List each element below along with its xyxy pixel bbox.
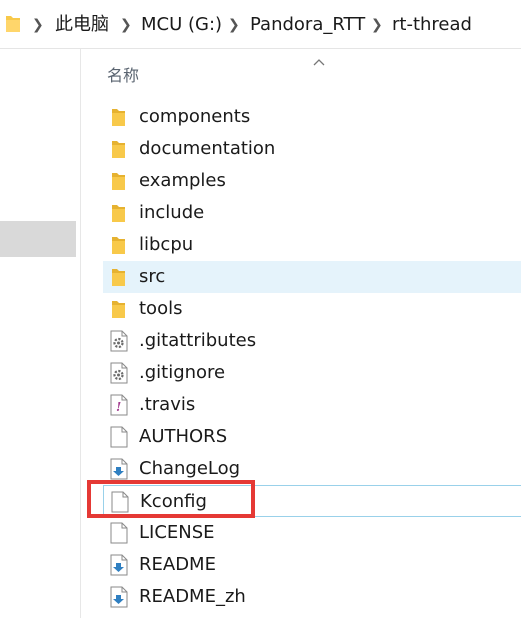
- file-name: ChangeLog: [139, 458, 241, 479]
- file-name: examples: [139, 170, 226, 191]
- file-name: README: [139, 554, 216, 575]
- file-name: src: [139, 266, 166, 287]
- file-name: components: [139, 106, 251, 127]
- file-name: AUTHORS: [139, 426, 228, 447]
- file-name: documentation: [139, 138, 276, 159]
- yml-file-icon: !: [109, 394, 129, 416]
- file-name: .gitattributes: [139, 330, 257, 351]
- download-file-icon: [109, 458, 129, 480]
- folder-icon: [109, 202, 129, 224]
- list-item[interactable]: README_zh: [103, 581, 521, 613]
- list-item[interactable]: AUTHORS: [103, 421, 521, 453]
- file-name: include: [139, 202, 205, 223]
- list-item[interactable]: documentation: [103, 133, 521, 165]
- chevron-right-icon[interactable]: ❯: [371, 15, 383, 35]
- sort-ascending-icon[interactable]: [313, 51, 325, 70]
- file-name: LICENSE: [139, 522, 215, 543]
- chevron-right-icon[interactable]: ❯: [32, 15, 44, 35]
- navigation-pane: [0, 49, 81, 618]
- folder-icon: [109, 170, 129, 192]
- folder-icon: [6, 14, 20, 36]
- folder-icon: [109, 106, 129, 128]
- list-item[interactable]: .gitignore: [103, 357, 521, 389]
- chevron-right-icon[interactable]: ❯: [120, 15, 132, 35]
- list-item[interactable]: include: [103, 197, 521, 229]
- config-file-icon: [109, 330, 129, 352]
- folder-icon: [109, 266, 129, 288]
- file-name: libcpu: [139, 234, 194, 255]
- column-header-name[interactable]: 名称: [107, 62, 139, 86]
- list-item[interactable]: ! .travis: [103, 389, 521, 421]
- file-name: .gitignore: [139, 362, 226, 383]
- breadcrumb-pandora[interactable]: Pandora_RTT: [250, 14, 365, 36]
- chevron-right-icon[interactable]: ❯: [228, 15, 240, 35]
- highlight-box: [87, 480, 255, 518]
- list-item[interactable]: README: [103, 549, 521, 581]
- folder-icon: [109, 234, 129, 256]
- folder-icon: [109, 298, 129, 320]
- list-item[interactable]: LICENSE: [103, 517, 521, 549]
- file-name: .travis: [139, 394, 196, 415]
- list-item[interactable]: src: [103, 261, 521, 293]
- file-icon: [109, 426, 129, 448]
- list-item[interactable]: .gitattributes: [103, 325, 521, 357]
- file-name: tools: [139, 298, 183, 319]
- list-item[interactable]: tools: [103, 293, 521, 325]
- folder-icon: [109, 138, 129, 160]
- file-name: README_zh: [139, 586, 246, 607]
- list-item[interactable]: libcpu: [103, 229, 521, 261]
- svg-text:!: !: [116, 400, 121, 414]
- breadcrumb-rt-thread[interactable]: rt-thread: [392, 14, 472, 36]
- download-file-icon: [109, 586, 129, 608]
- address-bar[interactable]: ❯ 此电脑 ❯ MCU (G:) ❯ Pandora_RTT ❯ rt-thre…: [0, 0, 521, 49]
- config-file-icon: [109, 362, 129, 384]
- breadcrumb-this-pc[interactable]: 此电脑: [55, 14, 109, 36]
- file-icon: [109, 522, 129, 544]
- list-item[interactable]: examples: [103, 165, 521, 197]
- download-file-icon: [109, 554, 129, 576]
- file-list: 名称 components documentation examples includ…: [81, 49, 521, 618]
- list-item[interactable]: components: [103, 101, 521, 133]
- nav-selected-item[interactable]: [0, 221, 76, 257]
- breadcrumb-drive[interactable]: MCU (G:): [141, 14, 222, 36]
